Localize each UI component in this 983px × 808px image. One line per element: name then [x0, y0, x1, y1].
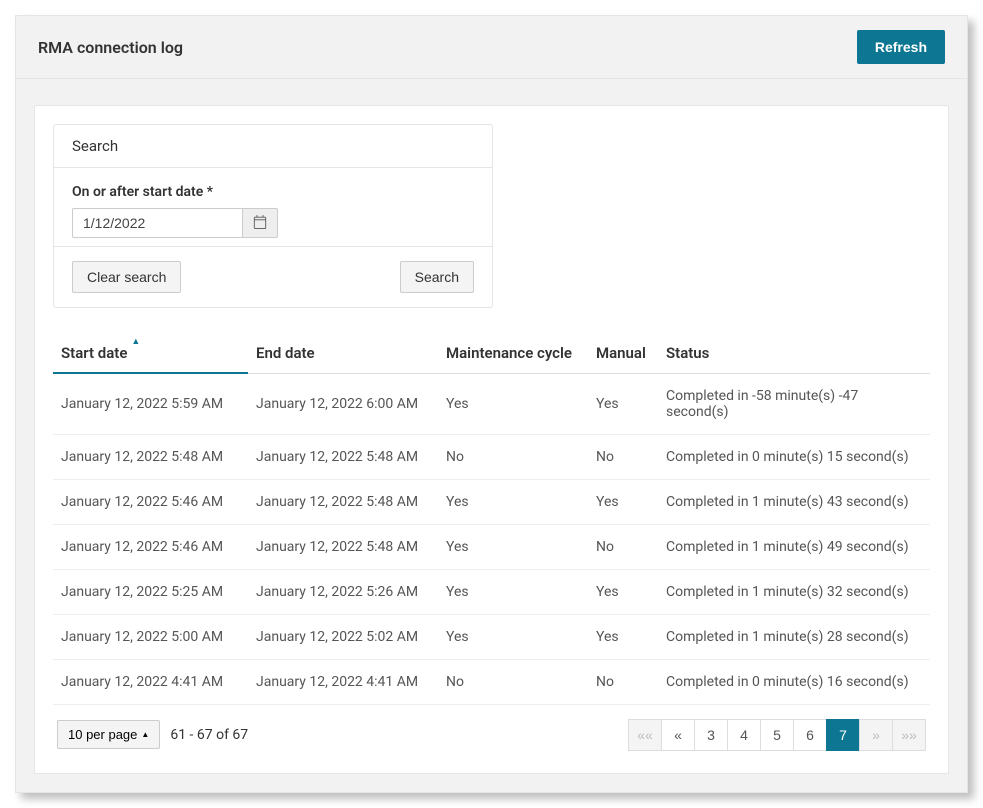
page-title: RMA connection log	[38, 38, 183, 57]
cell-end: January 12, 2022 4:41 AM	[248, 659, 438, 704]
pagination: «««34567»»»	[629, 719, 926, 751]
start-date-input[interactable]	[72, 208, 242, 238]
panel-header: RMA connection log Refresh	[16, 16, 967, 79]
footer-left: 10 per page ▲ 61 - 67 of 67	[57, 720, 248, 749]
search-card-body: On or after start date *	[54, 168, 492, 247]
col-end-date[interactable]: End date	[248, 334, 438, 373]
cell-start: January 12, 2022 5:48 AM	[53, 434, 248, 479]
cell-manual: Yes	[588, 479, 658, 524]
cell-maint: Yes	[438, 524, 588, 569]
cell-end: January 12, 2022 5:48 AM	[248, 524, 438, 569]
cell-end: January 12, 2022 5:48 AM	[248, 434, 438, 479]
sort-asc-icon: ▲	[131, 336, 140, 347]
cell-end: January 12, 2022 5:26 AM	[248, 569, 438, 614]
cell-manual: Yes	[588, 373, 658, 434]
cell-status: Completed in -58 minute(s) -47 second(s)	[658, 373, 930, 434]
cell-manual: No	[588, 434, 658, 479]
cell-manual: Yes	[588, 614, 658, 659]
page-6-button[interactable]: 6	[793, 719, 827, 751]
start-date-label: On or after start date *	[72, 184, 474, 200]
col-start-date-label: Start date	[61, 344, 127, 362]
page-7-button[interactable]: 7	[826, 719, 860, 751]
calendar-button[interactable]	[242, 208, 278, 238]
cell-maint: Yes	[438, 479, 588, 524]
table-header-row: Start date ▲ End date Maintenance cycle …	[53, 334, 930, 373]
content-card: Search On or after start date * Clear se…	[34, 105, 949, 774]
cell-start: January 12, 2022 5:46 AM	[53, 524, 248, 569]
refresh-button[interactable]: Refresh	[857, 30, 945, 64]
cell-start: January 12, 2022 5:46 AM	[53, 479, 248, 524]
cell-status: Completed in 1 minute(s) 43 second(s)	[658, 479, 930, 524]
search-card-title: Search	[54, 125, 492, 168]
cell-end: January 12, 2022 5:02 AM	[248, 614, 438, 659]
cell-manual: No	[588, 524, 658, 569]
page-first-button: ««	[628, 719, 662, 751]
cell-status: Completed in 0 minute(s) 15 second(s)	[658, 434, 930, 479]
col-maintenance[interactable]: Maintenance cycle	[438, 334, 588, 373]
date-input-group	[72, 208, 474, 238]
col-start-date[interactable]: Start date ▲	[53, 334, 248, 373]
table-row: January 12, 2022 5:46 AMJanuary 12, 2022…	[53, 524, 930, 569]
cell-end: January 12, 2022 6:00 AM	[248, 373, 438, 434]
table-row: January 12, 2022 5:46 AMJanuary 12, 2022…	[53, 479, 930, 524]
cell-start: January 12, 2022 5:59 AM	[53, 373, 248, 434]
rma-log-panel: RMA connection log Refresh Search On or …	[15, 15, 968, 793]
page-3-button[interactable]: 3	[694, 719, 728, 751]
cell-maint: No	[438, 434, 588, 479]
clear-search-button[interactable]: Clear search	[72, 261, 181, 293]
search-card-footer: Clear search Search	[54, 247, 492, 307]
cell-start: January 12, 2022 5:00 AM	[53, 614, 248, 659]
col-manual[interactable]: Manual	[588, 334, 658, 373]
table-row: January 12, 2022 4:41 AMJanuary 12, 2022…	[53, 659, 930, 704]
page-last-button: »»	[892, 719, 926, 751]
search-card: Search On or after start date * Clear se…	[53, 124, 493, 308]
cell-maint: No	[438, 659, 588, 704]
cell-status: Completed in 1 minute(s) 49 second(s)	[658, 524, 930, 569]
search-button[interactable]: Search	[400, 261, 474, 293]
cell-manual: No	[588, 659, 658, 704]
table-row: January 12, 2022 5:48 AMJanuary 12, 2022…	[53, 434, 930, 479]
panel-body: Search On or after start date * Clear se…	[16, 79, 967, 792]
page-5-button[interactable]: 5	[760, 719, 794, 751]
caret-up-icon: ▲	[141, 730, 149, 739]
cell-start: January 12, 2022 5:25 AM	[53, 569, 248, 614]
cell-maint: Yes	[438, 373, 588, 434]
page-prev-button[interactable]: «	[661, 719, 695, 751]
page-4-button[interactable]: 4	[727, 719, 761, 751]
record-count: 61 - 67 of 67	[170, 727, 248, 743]
page-size-button[interactable]: 10 per page ▲	[57, 720, 160, 749]
cell-status: Completed in 1 minute(s) 28 second(s)	[658, 614, 930, 659]
table-row: January 12, 2022 5:59 AMJanuary 12, 2022…	[53, 373, 930, 434]
cell-start: January 12, 2022 4:41 AM	[53, 659, 248, 704]
cell-manual: Yes	[588, 569, 658, 614]
col-status[interactable]: Status	[658, 334, 930, 373]
cell-maint: Yes	[438, 614, 588, 659]
page-next-button: »	[859, 719, 893, 751]
table-row: January 12, 2022 5:00 AMJanuary 12, 2022…	[53, 614, 930, 659]
table-footer: 10 per page ▲ 61 - 67 of 67 «««34567»»»	[53, 719, 930, 755]
cell-status: Completed in 0 minute(s) 16 second(s)	[658, 659, 930, 704]
calendar-icon	[253, 215, 267, 232]
cell-maint: Yes	[438, 569, 588, 614]
cell-status: Completed in 1 minute(s) 32 second(s)	[658, 569, 930, 614]
cell-end: January 12, 2022 5:48 AM	[248, 479, 438, 524]
table-row: January 12, 2022 5:25 AMJanuary 12, 2022…	[53, 569, 930, 614]
connection-log-table: Start date ▲ End date Maintenance cycle …	[53, 334, 930, 705]
